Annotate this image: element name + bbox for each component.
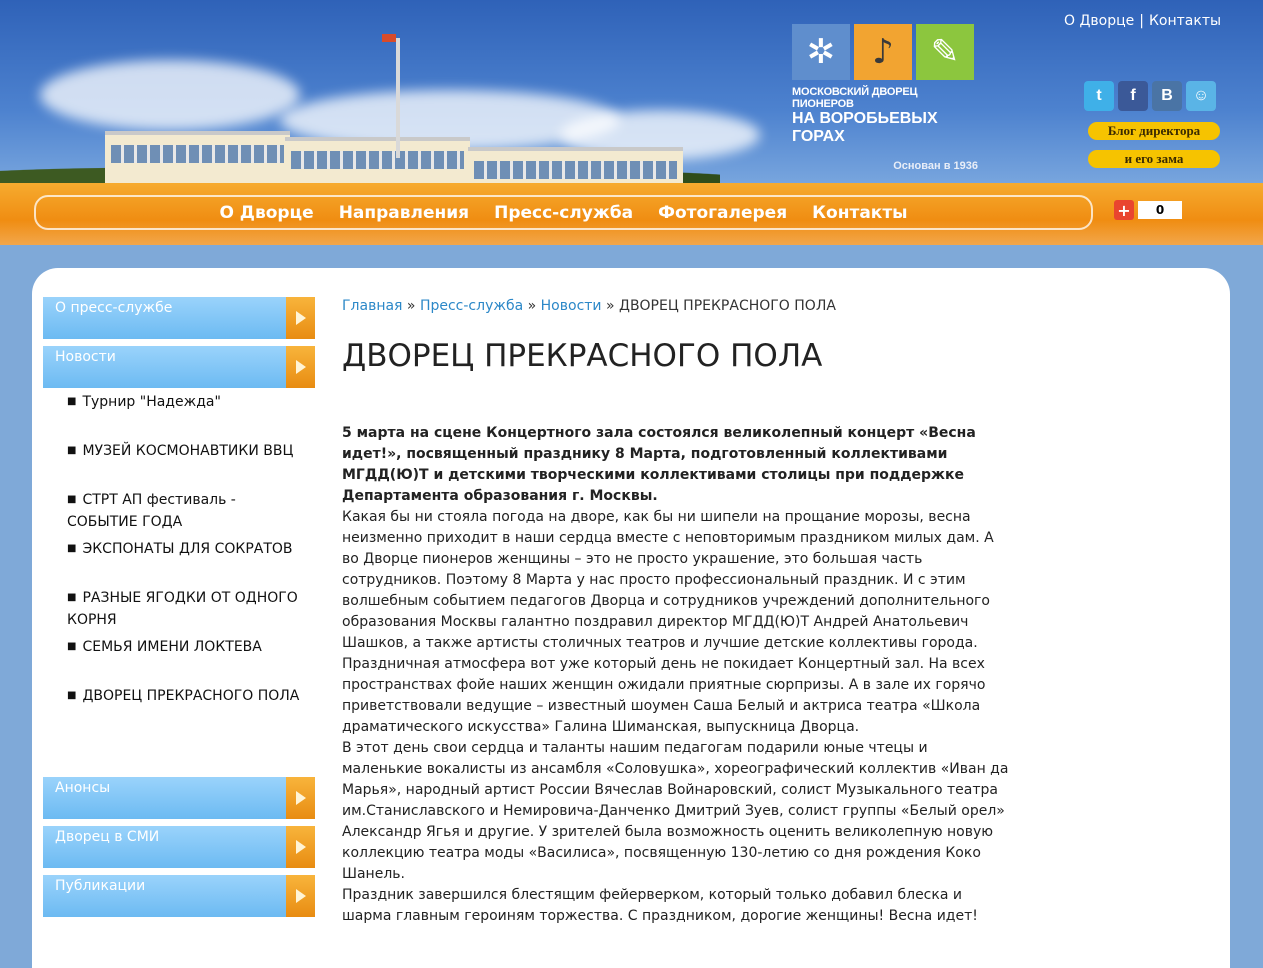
news-item-label: ЭКСПОНАТЫ ДЛЯ СОКРАТОВ [82, 541, 293, 557]
social-links: t f В ☺ [1084, 81, 1216, 111]
article-lead: 5 марта на сцене Концертного зала состоя… [342, 425, 976, 504]
breadcrumb: Главная » Пресс-служба » Новости » ДВОРЕ… [342, 298, 836, 314]
flag [382, 34, 396, 42]
news-item[interactable]: ■ СТРТ АП фестиваль - СОБЫТИЕ ГОДА [67, 490, 307, 533]
nav-item-gallery[interactable]: Фотогалерея [658, 203, 787, 223]
top-link-about[interactable]: О Дворце [1064, 13, 1134, 29]
vkontakte-icon[interactable]: В [1152, 81, 1182, 111]
sidebar-item-press-about[interactable]: О пресс-службе [43, 297, 315, 339]
breadcrumb-home[interactable]: Главная [342, 298, 402, 314]
director-blog-button[interactable]: Блог директора [1088, 122, 1220, 140]
nav-item-about[interactable]: О Дворце [219, 203, 313, 223]
share-widget: + 0 [1114, 200, 1182, 220]
news-item-label: РАЗНЫЕ ЯГОДКИ ОТ ОДНОГО КОРНЯ [67, 590, 298, 628]
nav-item-directions[interactable]: Направления [339, 203, 469, 223]
logo-music-tile: ♪ [854, 24, 912, 80]
logo-brush-tile: ✎ [916, 24, 974, 80]
breadcrumb-news[interactable]: Новости [541, 298, 602, 314]
news-item-active[interactable]: ■ ДВОРЕЦ ПРЕКРАСНОГО ПОЛА [67, 686, 307, 708]
page-title: ДВОРЕЦ ПРЕКРАСНОГО ПОЛА [342, 338, 823, 374]
logo-founded: Основан в 1936 [893, 160, 978, 172]
article-paragraph: Праздничная атмосфера вот уже который де… [342, 656, 986, 735]
logo-tiles: ✲ ♪ ✎ [792, 24, 978, 80]
news-item[interactable]: ■ Турнир "Надежда" [67, 392, 307, 414]
breadcrumb-separator: » [601, 298, 619, 314]
article-paragraph: Праздник завершился блестящим фейерверко… [342, 887, 978, 924]
news-item[interactable]: ■ ЭКСПОНАТЫ ДЛЯ СОКРАТОВ [67, 539, 307, 561]
bullet-icon: ■ [67, 690, 77, 701]
article-paragraph: В этот день свои сердца и таланты нашим … [342, 740, 1009, 882]
news-item-label: СЕМЬЯ ИМЕНИ ЛОКТЕВА [82, 639, 262, 655]
breadcrumb-separator: » [402, 298, 420, 314]
sidebar-item-label: Дворец в СМИ [55, 829, 160, 845]
bullet-icon: ■ [67, 592, 77, 603]
sidebar-item-label: Новости [55, 349, 116, 365]
site-logo[interactable]: ✲ ♪ ✎ МОСКОВСКИЙ ДВОРЕЦ ПИОНЕРОВ НА ВОРО… [792, 24, 978, 172]
breadcrumb-current: ДВОРЕЦ ПРЕКРАСНОГО ПОЛА [619, 298, 836, 314]
top-link-contacts[interactable]: Контакты [1149, 13, 1221, 29]
breadcrumb-separator: » [523, 298, 541, 314]
logo-atom-tile: ✲ [792, 24, 850, 80]
news-item[interactable]: ■ МУЗЕЙ КОСМОНАВТИКИ ВВЦ [67, 441, 307, 463]
palace-building [105, 131, 290, 183]
news-item-label: МУЗЕЙ КОСМОНАВТИКИ ВВЦ [82, 443, 294, 459]
bullet-icon: ■ [67, 543, 77, 554]
arrow-right-icon [286, 777, 315, 819]
top-links: О Дворце | Контакты [1064, 13, 1221, 29]
share-count: 0 [1138, 201, 1182, 219]
arrow-right-icon [286, 346, 315, 388]
bullet-icon: ■ [67, 494, 77, 505]
logo-line2: НА ВОРОБЬЕВЫХ ГОРАХ [792, 110, 938, 145]
palace-building [285, 137, 470, 183]
sidebar-item-news[interactable]: Новости [43, 346, 315, 388]
facebook-icon[interactable]: f [1118, 81, 1148, 111]
arrow-right-icon [286, 875, 315, 917]
news-item-label: Турнир "Надежда" [82, 394, 221, 410]
sidebar-item-label: Анонсы [55, 780, 111, 796]
sidebar-item-media[interactable]: Дворец в СМИ [43, 826, 315, 868]
logo-line1: МОСКОВСКИЙ ДВОРЕЦ ПИОНЕРОВ [792, 86, 918, 110]
article-body: 5 марта на сцене Концертного зала состоя… [342, 423, 1010, 927]
news-item-label: СТРТ АП фестиваль - СОБЫТИЕ ГОДА [67, 492, 236, 530]
cloud [40, 60, 300, 130]
sidebar-item-label: О пресс-службе [55, 300, 173, 316]
arrow-right-icon [286, 297, 315, 339]
nav-item-contacts[interactable]: Контакты [812, 203, 907, 223]
article-paragraph: Какая бы ни стояла погода на дворе, как … [342, 509, 994, 651]
news-item[interactable]: ■ СЕМЬЯ ИМЕНИ ЛОКТЕВА [67, 637, 307, 659]
bullet-icon: ■ [67, 445, 77, 456]
chat-icon[interactable]: ☺ [1186, 81, 1216, 111]
nav-item-press[interactable]: Пресс-служба [494, 203, 633, 223]
bullet-icon: ■ [67, 396, 77, 407]
breadcrumb-press[interactable]: Пресс-служба [420, 298, 523, 314]
deputy-blog-button[interactable]: и его зама [1088, 150, 1220, 168]
sidebar-item-announcements[interactable]: Анонсы [43, 777, 315, 819]
twitter-icon[interactable]: t [1084, 81, 1114, 111]
top-link-separator: | [1139, 13, 1144, 29]
bullet-icon: ■ [67, 641, 77, 652]
share-plus-icon[interactable]: + [1114, 200, 1134, 220]
flagpole [396, 38, 400, 158]
sidebar-item-label: Публикации [55, 878, 146, 894]
sidebar-item-publications[interactable]: Публикации [43, 875, 315, 917]
news-item-label: ДВОРЕЦ ПРЕКРАСНОГО ПОЛА [82, 688, 300, 704]
news-item[interactable]: ■ РАЗНЫЕ ЯГОДКИ ОТ ОДНОГО КОРНЯ [67, 588, 307, 631]
arrow-right-icon [286, 826, 315, 868]
palace-building [468, 147, 683, 183]
main-nav: О Дворце Направления Пресс-служба Фотога… [34, 195, 1093, 230]
